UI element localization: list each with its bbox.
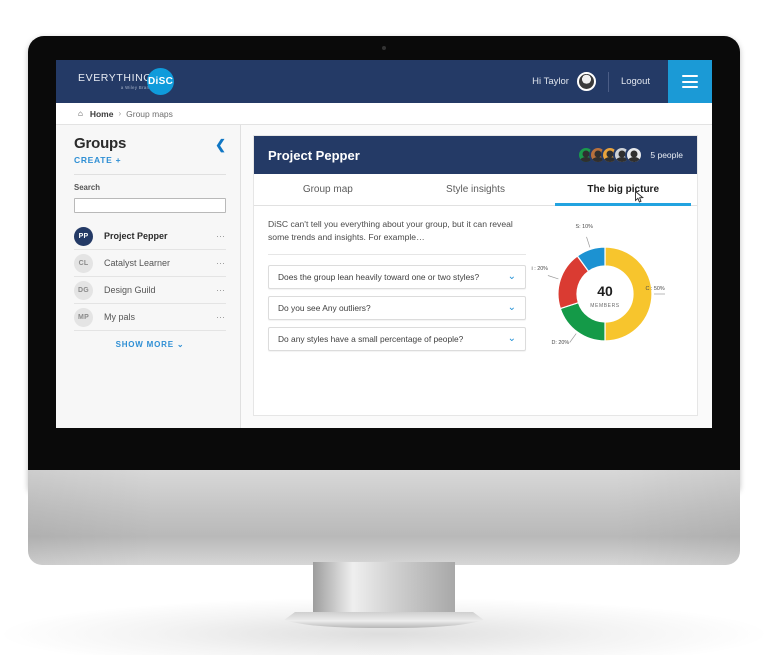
group-card-header: Project Pepper 5 people — [254, 136, 697, 174]
chart-label-c: C : 50% — [645, 286, 665, 292]
tab-bar: Group map Style insights The big picture — [254, 174, 697, 206]
donut-leader-line — [547, 275, 559, 280]
show-more-button[interactable]: SHOW MORE ⌄ — [74, 340, 226, 349]
members-summary[interactable]: 5 people — [577, 146, 683, 164]
breadcrumb-current: Group maps — [126, 108, 173, 119]
chevron-down-icon: ⌄ — [507, 270, 516, 282]
tab-label: Group map — [302, 184, 353, 195]
chart-label-i: i : 20% — [531, 266, 548, 272]
main-panel: Project Pepper 5 people Group map Style … — [241, 125, 712, 428]
sidebar-item-design-guild[interactable]: DG Design Guild ⋯ — [74, 276, 226, 303]
chart-column: 40 MEMBERS S: 10% C : 50% i : 20% D: 20% — [526, 218, 683, 352]
sidebar-title: Groups — [74, 135, 127, 152]
tab-style-insights[interactable]: Style insights — [402, 174, 550, 205]
group-initials-badge: CL — [74, 253, 93, 273]
ellipsis-icon[interactable]: ⋯ — [216, 231, 226, 242]
ellipsis-icon[interactable]: ⋯ — [216, 285, 226, 296]
ellipsis-icon[interactable]: ⋯ — [216, 258, 226, 269]
logo-tagline: a Wiley Brand — [120, 85, 153, 91]
webcam-icon — [382, 46, 386, 50]
group-initials-badge: PP — [74, 226, 93, 246]
chevron-down-icon: ⌄ — [507, 332, 516, 344]
chevron-down-icon: ⌄ — [176, 340, 185, 349]
create-group-button[interactable]: CREATE + — [74, 155, 226, 165]
tab-label: The big picture — [587, 184, 660, 195]
sidebar-item-project-pepper[interactable]: PP Project Pepper ⋯ — [74, 223, 226, 249]
screenshot-stage: EVERYTHING a Wiley Brand DiSC Hi Taylor … — [0, 0, 768, 655]
group-initials-badge: DG — [74, 280, 93, 300]
accordion-item-small-percentage[interactable]: Do any styles have a small percentage of… — [268, 326, 526, 351]
chart-label-s: S: 10% — [575, 224, 593, 230]
list-divider — [74, 330, 226, 331]
tab-group-map[interactable]: Group map — [254, 174, 402, 205]
hamburger-menu-icon[interactable] — [668, 60, 712, 103]
sidebar-item-my-pals[interactable]: MP My pals ⋯ — [74, 303, 226, 330]
group-name: Catalyst Learner — [104, 258, 171, 268]
search-label: Search — [74, 183, 101, 192]
intro-text: DiSC can't tell you everything about you… — [268, 219, 513, 243]
insights-column: DiSC can't tell you everything about you… — [268, 218, 526, 352]
home-icon: ⌂ — [78, 109, 83, 118]
member-avatar-stack — [577, 146, 644, 164]
ellipsis-icon[interactable]: ⋯ — [216, 312, 226, 323]
greeting-text: Hi Taylor — [532, 76, 569, 87]
donut-leader-line — [585, 236, 590, 248]
accordion-item-outliers[interactable]: Do you see Any outliers? ⌄ — [268, 295, 526, 320]
content-divider — [268, 253, 526, 255]
search-input[interactable] — [74, 198, 226, 213]
group-card: Project Pepper 5 people Group map Style … — [253, 135, 698, 416]
page-title: Project Pepper — [268, 147, 360, 163]
accordion-item-styles-lean[interactable]: Does the group lean heavily toward one o… — [268, 264, 526, 289]
user-avatar[interactable] — [576, 72, 596, 91]
app-topbar: EVERYTHING a Wiley Brand DiSC Hi Taylor … — [56, 60, 712, 103]
big-picture-content: DiSC can't tell you everything about you… — [254, 206, 697, 352]
donut-leader-line — [568, 333, 576, 343]
group-name: Project Pepper — [104, 231, 168, 241]
accordion-label: Does the group lean heavily toward one o… — [278, 271, 480, 282]
svg-text:40: 40 — [597, 283, 613, 299]
group-list: PP Project Pepper ⋯ CL Catalyst Learner … — [74, 223, 226, 349]
accordion-label: Do any styles have a small percentage of… — [278, 333, 464, 344]
workspace: Groups ❮ CREATE + Search PP Project Pepp… — [56, 125, 712, 428]
group-initials-badge: MP — [74, 307, 93, 327]
groups-sidebar: Groups ❮ CREATE + Search PP Project Pepp… — [56, 125, 241, 428]
group-name: Design Guild — [104, 285, 156, 295]
monitor-chin — [28, 470, 740, 565]
style-distribution-donut-chart: 40 MEMBERS S: 10% C : 50% i : 20% D: 20% — [530, 222, 680, 352]
questions-accordion: Does the group lean heavily toward one o… — [268, 264, 526, 351]
sidebar-item-catalyst-learner[interactable]: CL Catalyst Learner ⋯ — [74, 249, 226, 276]
group-name: My pals — [104, 312, 136, 322]
chevron-left-icon[interactable]: ❮ — [215, 138, 226, 151]
svg-text:MEMBERS: MEMBERS — [590, 303, 620, 309]
show-more-label: SHOW MORE — [115, 340, 174, 349]
disc-logo-badge: DiSC — [147, 68, 175, 95]
app-logo[interactable]: EVERYTHING a Wiley Brand DiSC — [78, 68, 175, 95]
chevron-down-icon: ⌄ — [507, 301, 516, 313]
breadcrumb-home-link[interactable]: Home — [90, 109, 114, 119]
screen-content: EVERYTHING a Wiley Brand DiSC Hi Taylor … — [56, 60, 712, 428]
chart-label-d: D: 20% — [551, 340, 570, 346]
people-count: 5 people — [650, 150, 683, 160]
topbar-right-group: Hi Taylor Logout — [532, 60, 712, 103]
tab-the-big-picture[interactable]: The big picture — [549, 174, 697, 206]
breadcrumb: ⌂ Home › Group maps — [56, 103, 712, 125]
tab-label: Style insights — [446, 184, 505, 195]
accordion-label: Do you see Any outliers? — [278, 302, 371, 313]
avatar — [625, 146, 644, 164]
breadcrumb-separator: › — [118, 109, 122, 118]
logout-link[interactable]: Logout — [621, 76, 650, 87]
sidebar-header: Groups ❮ — [74, 135, 226, 152]
mouse-cursor-icon — [635, 191, 644, 203]
sidebar-divider — [74, 174, 226, 175]
topbar-divider — [607, 71, 609, 92]
logo-wordmark: EVERYTHING — [78, 71, 153, 84]
